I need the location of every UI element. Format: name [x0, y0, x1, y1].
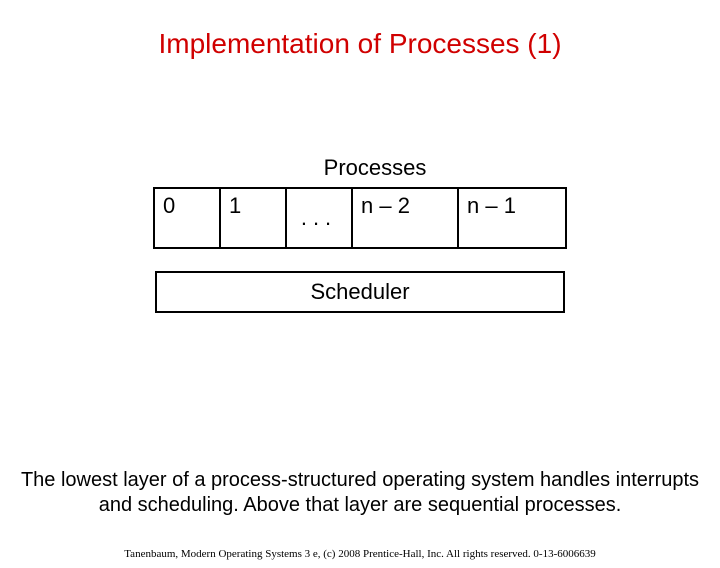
processes-label: Processes	[324, 155, 427, 181]
process-cell-n-2: n – 2	[353, 189, 459, 247]
process-row: 0 1 ... n – 2 n – 1	[153, 187, 567, 249]
process-cell-0: 0	[155, 189, 221, 247]
scheduler-box: Scheduler	[155, 271, 565, 313]
process-cell-dots: ...	[287, 189, 353, 247]
page-title: Implementation of Processes (1)	[0, 28, 720, 60]
process-cell-n-1: n – 1	[459, 189, 565, 247]
figure: Processes 0 1 ... n – 2 n – 1 Scheduler	[0, 155, 720, 313]
figure-caption: The lowest layer of a process-structured…	[0, 468, 720, 518]
citation-text: Tanenbaum, Modern Operating Systems 3 e,…	[0, 548, 720, 560]
process-cell-1: 1	[221, 189, 287, 247]
